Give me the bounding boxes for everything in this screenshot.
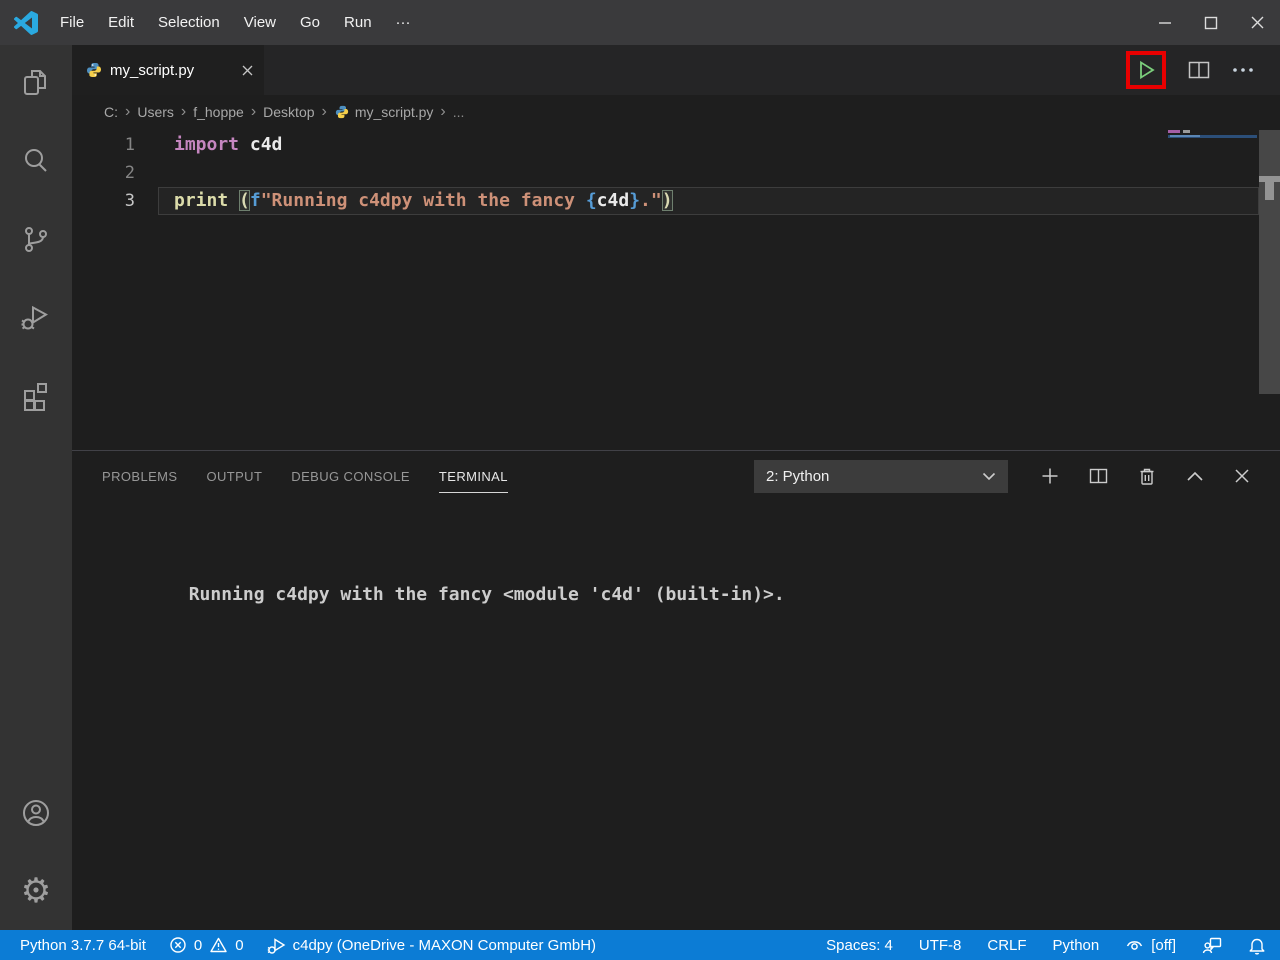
- terminal-output-line: Running c4dpy with the fancy <module 'c4…: [189, 584, 785, 605]
- code-line-2: 2: [72, 159, 1280, 187]
- close-icon[interactable]: [1234, 0, 1280, 45]
- editor-region: my_script.py: [72, 45, 1280, 930]
- minimize-icon[interactable]: [1142, 0, 1188, 45]
- title-bar: File Edit Selection View Go Run ···: [0, 0, 1280, 45]
- bottom-panel: PROBLEMS OUTPUT DEBUG CONSOLE TERMINAL 2…: [72, 450, 1280, 930]
- status-bar-right: Spaces: 4 UTF-8 CRLF Python [off]: [800, 936, 1266, 955]
- search-icon[interactable]: [0, 123, 72, 201]
- breadcrumb-users[interactable]: Users: [135, 104, 176, 120]
- feedback-icon: [1202, 936, 1222, 955]
- chevron-down-icon: [982, 472, 996, 481]
- terminal-selector-dropdown[interactable]: 2: Python: [754, 460, 1008, 493]
- encoding-status[interactable]: UTF-8: [919, 937, 962, 954]
- menu-selection[interactable]: Selection: [146, 0, 232, 45]
- bell-icon: [1248, 936, 1266, 955]
- breadcrumb-symbol[interactable]: ...: [451, 104, 467, 120]
- breadcrumb-file[interactable]: my_script.py: [353, 104, 436, 120]
- environment-status[interactable]: c4dpy (OneDrive - MAXON Computer GmbH): [267, 936, 596, 955]
- terminal-selector-value: 2: Python: [766, 468, 982, 485]
- problems-status[interactable]: 0 0: [169, 936, 244, 954]
- menu-view[interactable]: View: [232, 0, 288, 45]
- environment-label: c4dpy (OneDrive - MAXON Computer GmbH): [293, 937, 596, 954]
- tab-bar: my_script.py: [72, 45, 1280, 95]
- eol-status[interactable]: CRLF: [987, 937, 1026, 954]
- menu-run[interactable]: Run: [332, 0, 384, 45]
- chevron-right-icon: ›: [246, 103, 261, 121]
- error-count: 0: [194, 937, 202, 954]
- extensions-icon[interactable]: [0, 357, 72, 435]
- language-mode-status[interactable]: Python: [1053, 937, 1100, 954]
- code-editor[interactable]: 1 import c4d 2 3 print (f"Running c4dpy …: [72, 129, 1280, 450]
- panel-actions: [1041, 467, 1250, 486]
- warning-count: 0: [235, 937, 243, 954]
- split-terminal-icon[interactable]: [1089, 468, 1108, 484]
- warning-icon: [209, 936, 228, 954]
- tab-label: my_script.py: [110, 62, 233, 79]
- line-number: 2: [72, 159, 135, 187]
- toggle-state-label: [off]: [1151, 937, 1176, 954]
- tab-my-script[interactable]: my_script.py: [72, 45, 264, 95]
- chevron-right-icon: ›: [120, 103, 135, 121]
- menu-edit[interactable]: Edit: [96, 0, 146, 45]
- annotation-red-box: [1126, 51, 1166, 89]
- chevron-right-icon: ›: [317, 103, 332, 121]
- tab-problems[interactable]: PROBLEMS: [102, 469, 177, 484]
- window-controls: [1142, 0, 1280, 45]
- source-control-icon[interactable]: [0, 201, 72, 279]
- tab-debug-console[interactable]: DEBUG CONSOLE: [291, 469, 410, 484]
- activity-bar: ⚙: [0, 45, 72, 930]
- error-icon: [169, 936, 187, 954]
- kill-terminal-trash-icon[interactable]: [1138, 467, 1156, 486]
- breadcrumb-desktop[interactable]: Desktop: [261, 104, 316, 120]
- menu-overflow[interactable]: ···: [384, 0, 423, 45]
- run-python-file-button[interactable]: [1135, 59, 1157, 81]
- tab-close-icon[interactable]: [241, 64, 254, 77]
- indentation-status[interactable]: Spaces: 4: [826, 937, 893, 954]
- python-icon: [86, 62, 102, 78]
- more-actions-icon[interactable]: [1232, 67, 1254, 73]
- breadcrumb-drive[interactable]: C:: [102, 104, 120, 120]
- breadcrumb-user[interactable]: f_hoppe: [191, 104, 246, 120]
- breadcrumb: C: › Users › f_hoppe › Desktop › my_scri…: [72, 95, 1280, 129]
- minimap[interactable]: [1165, 129, 1259, 193]
- toggle-status[interactable]: [off]: [1125, 937, 1176, 954]
- line-number: 1: [72, 131, 135, 159]
- tab-terminal[interactable]: TERMINAL: [439, 469, 508, 484]
- split-editor-icon[interactable]: [1188, 61, 1210, 79]
- editor-scrollbar[interactable]: [1259, 130, 1280, 394]
- chevron-right-icon: ›: [176, 103, 191, 121]
- chevron-right-icon: ›: [435, 103, 450, 121]
- notifications-status[interactable]: [1248, 936, 1266, 955]
- vscode-logo-icon: [14, 11, 38, 35]
- maximize-panel-chevron-up-icon[interactable]: [1186, 470, 1204, 482]
- tab-output[interactable]: OUTPUT: [206, 469, 262, 484]
- status-bar: Python 3.7.7 64-bit 0 0 c4dpy (OneDrive …: [0, 930, 1280, 960]
- code-line-1: 1 import c4d: [72, 131, 1280, 159]
- terminal-output[interactable]: Running c4dpy with the fancy <module 'c4…: [72, 501, 1280, 626]
- eye-icon: [1125, 937, 1144, 953]
- code-line-3-current: 3 print (f"Running c4dpy with the fancy …: [72, 187, 1280, 215]
- line-number: 3: [72, 187, 135, 215]
- menu-bar: File Edit Selection View Go Run ···: [48, 0, 423, 45]
- new-terminal-icon[interactable]: [1041, 467, 1059, 485]
- run-and-debug-icon[interactable]: [0, 279, 72, 357]
- close-panel-icon[interactable]: [1234, 468, 1250, 484]
- interpreter-status[interactable]: Python 3.7.7 64-bit: [20, 937, 146, 954]
- menu-file[interactable]: File: [48, 0, 96, 45]
- explorer-icon[interactable]: [0, 45, 72, 123]
- menu-go[interactable]: Go: [288, 0, 332, 45]
- feedback-status[interactable]: [1202, 936, 1222, 955]
- editor-actions: [1126, 45, 1280, 95]
- maximize-icon[interactable]: [1188, 0, 1234, 45]
- debug-icon: [267, 936, 286, 955]
- settings-gear-icon[interactable]: ⚙: [0, 852, 72, 930]
- panel-header: PROBLEMS OUTPUT DEBUG CONSOLE TERMINAL 2…: [72, 451, 1280, 501]
- account-icon[interactable]: [0, 774, 72, 852]
- python-icon: [335, 105, 349, 119]
